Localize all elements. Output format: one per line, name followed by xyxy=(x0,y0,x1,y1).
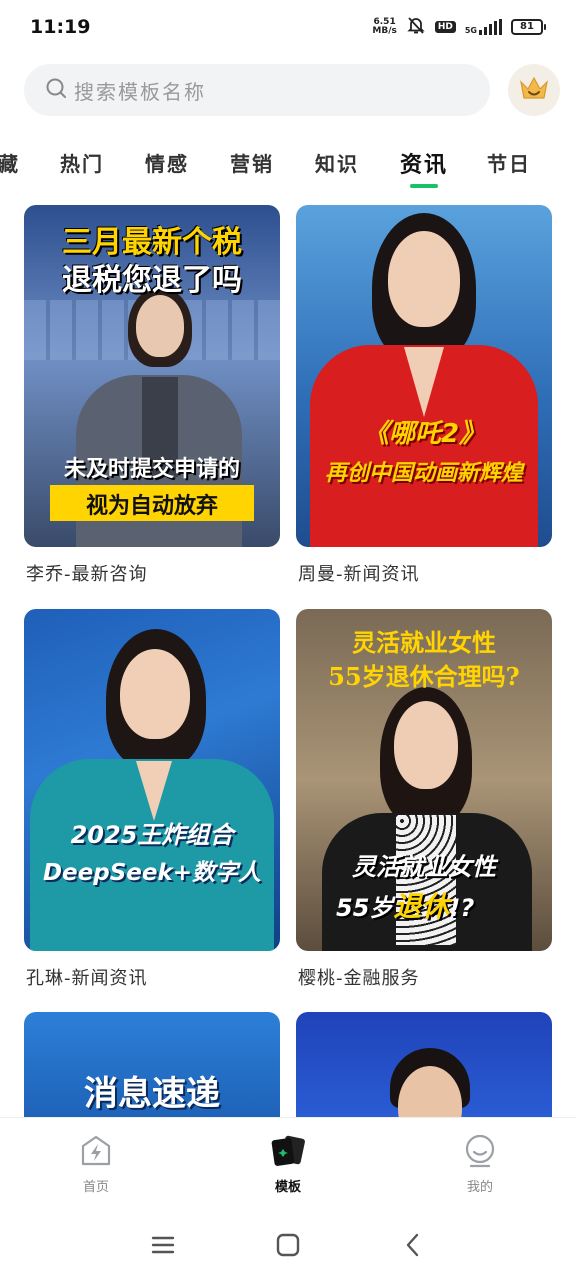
template-card[interactable]: 灵活就业女性 55岁退休合理吗? 灵活就业女性 55岁退休!? xyxy=(296,609,552,951)
card-caption: 《哪吒2》 xyxy=(362,419,486,449)
card-title: 樱桃-金融服务 xyxy=(298,968,420,989)
template-card[interactable]: 《哪吒2》 再创中国动画新辉煌 xyxy=(296,205,552,547)
nav-templates[interactable]: 模板 xyxy=(240,1134,336,1195)
back-arrow-icon[interactable] xyxy=(400,1233,426,1261)
system-navigation-bar xyxy=(0,1213,576,1280)
signal-icon: 5G xyxy=(465,19,502,35)
card-caption: 视为自动放弃 xyxy=(85,494,218,519)
hd-badge: HD xyxy=(434,21,456,33)
card-caption-highlight: 退休 xyxy=(393,890,450,923)
tab-festival[interactable]: 节日 xyxy=(487,148,531,177)
battery-icon: 81 xyxy=(511,19,546,35)
nav-templates-label: 模板 xyxy=(274,1180,301,1195)
menu-icon[interactable] xyxy=(150,1233,176,1261)
tab-hot[interactable]: 热门 xyxy=(60,148,104,177)
card-caption: 未及时提交申请的 xyxy=(63,457,240,482)
template-card[interactable] xyxy=(296,1012,552,1132)
tab-collection[interactable]: 藏 xyxy=(0,148,20,177)
card-caption: 退税您退了吗 xyxy=(62,263,242,298)
home-square-icon[interactable] xyxy=(275,1233,301,1261)
card-caption: !? xyxy=(449,894,475,922)
crown-icon xyxy=(518,74,550,106)
card-caption: 灵活就业女性 xyxy=(352,853,496,881)
vip-crown-button[interactable] xyxy=(508,64,560,116)
card-title: 孔琳-新闻资讯 xyxy=(26,968,148,989)
card-caption: DeepSeek+数字人 xyxy=(42,860,262,886)
card-caption: 灵活就业女性 xyxy=(352,628,496,657)
category-tabs: 藏 热门 情感 营销 知识 资讯 节日 xyxy=(0,136,576,192)
bottom-navigation: 首页 模板 我的 xyxy=(0,1117,576,1213)
card-title: 周曼-新闻资讯 xyxy=(298,564,420,585)
battery-level: 81 xyxy=(511,19,543,35)
card-caption: 消息速递 xyxy=(84,1074,220,1114)
network-speed-unit: MB/s xyxy=(372,26,397,36)
card-caption: 再创中国动画新辉煌 xyxy=(324,461,523,486)
tab-emotion[interactable]: 情感 xyxy=(145,148,189,177)
status-icons: 6.51 MB/s HD 5G 81 xyxy=(372,15,546,39)
network-speed: 6.51 MB/s xyxy=(372,18,396,36)
card-caption: 2025王炸组合 xyxy=(70,821,234,849)
search-input[interactable]: 搜索模板名称 xyxy=(24,64,490,116)
card-caption: 55岁退休合理吗? xyxy=(328,662,520,691)
tab-knowledge[interactable]: 知识 xyxy=(315,148,359,177)
nav-home-label: 首页 xyxy=(82,1180,109,1195)
lightning-home-icon xyxy=(78,1135,114,1172)
template-cards-icon xyxy=(269,1135,307,1172)
card-caption: 55岁 xyxy=(336,894,394,922)
tab-news[interactable]: 资讯 xyxy=(400,147,448,179)
nav-home[interactable]: 首页 xyxy=(48,1134,144,1195)
search-placeholder: 搜索模板名称 xyxy=(74,79,206,104)
status-time: 11:19 xyxy=(30,16,91,38)
template-card[interactable]: 三月最新个税 退税您退了吗 未及时提交申请的 视为自动放弃 xyxy=(24,205,280,547)
status-bar: 11:19 6.51 MB/s HD 5G 81 xyxy=(0,0,576,54)
template-card[interactable]: 2025王炸组合 DeepSeek+数字人 xyxy=(24,609,280,951)
search-icon xyxy=(44,76,68,104)
profile-smile-icon xyxy=(463,1134,497,1172)
nav-mine-label: 我的 xyxy=(466,1180,493,1195)
nav-mine[interactable]: 我的 xyxy=(432,1134,528,1195)
active-tab-indicator xyxy=(410,184,438,188)
tab-marketing[interactable]: 营销 xyxy=(230,148,274,177)
mute-bell-icon xyxy=(406,15,426,39)
network-type: 5G xyxy=(464,26,477,35)
card-title: 李乔-最新咨询 xyxy=(26,564,148,585)
template-card[interactable]: 消息速递 xyxy=(24,1012,280,1132)
